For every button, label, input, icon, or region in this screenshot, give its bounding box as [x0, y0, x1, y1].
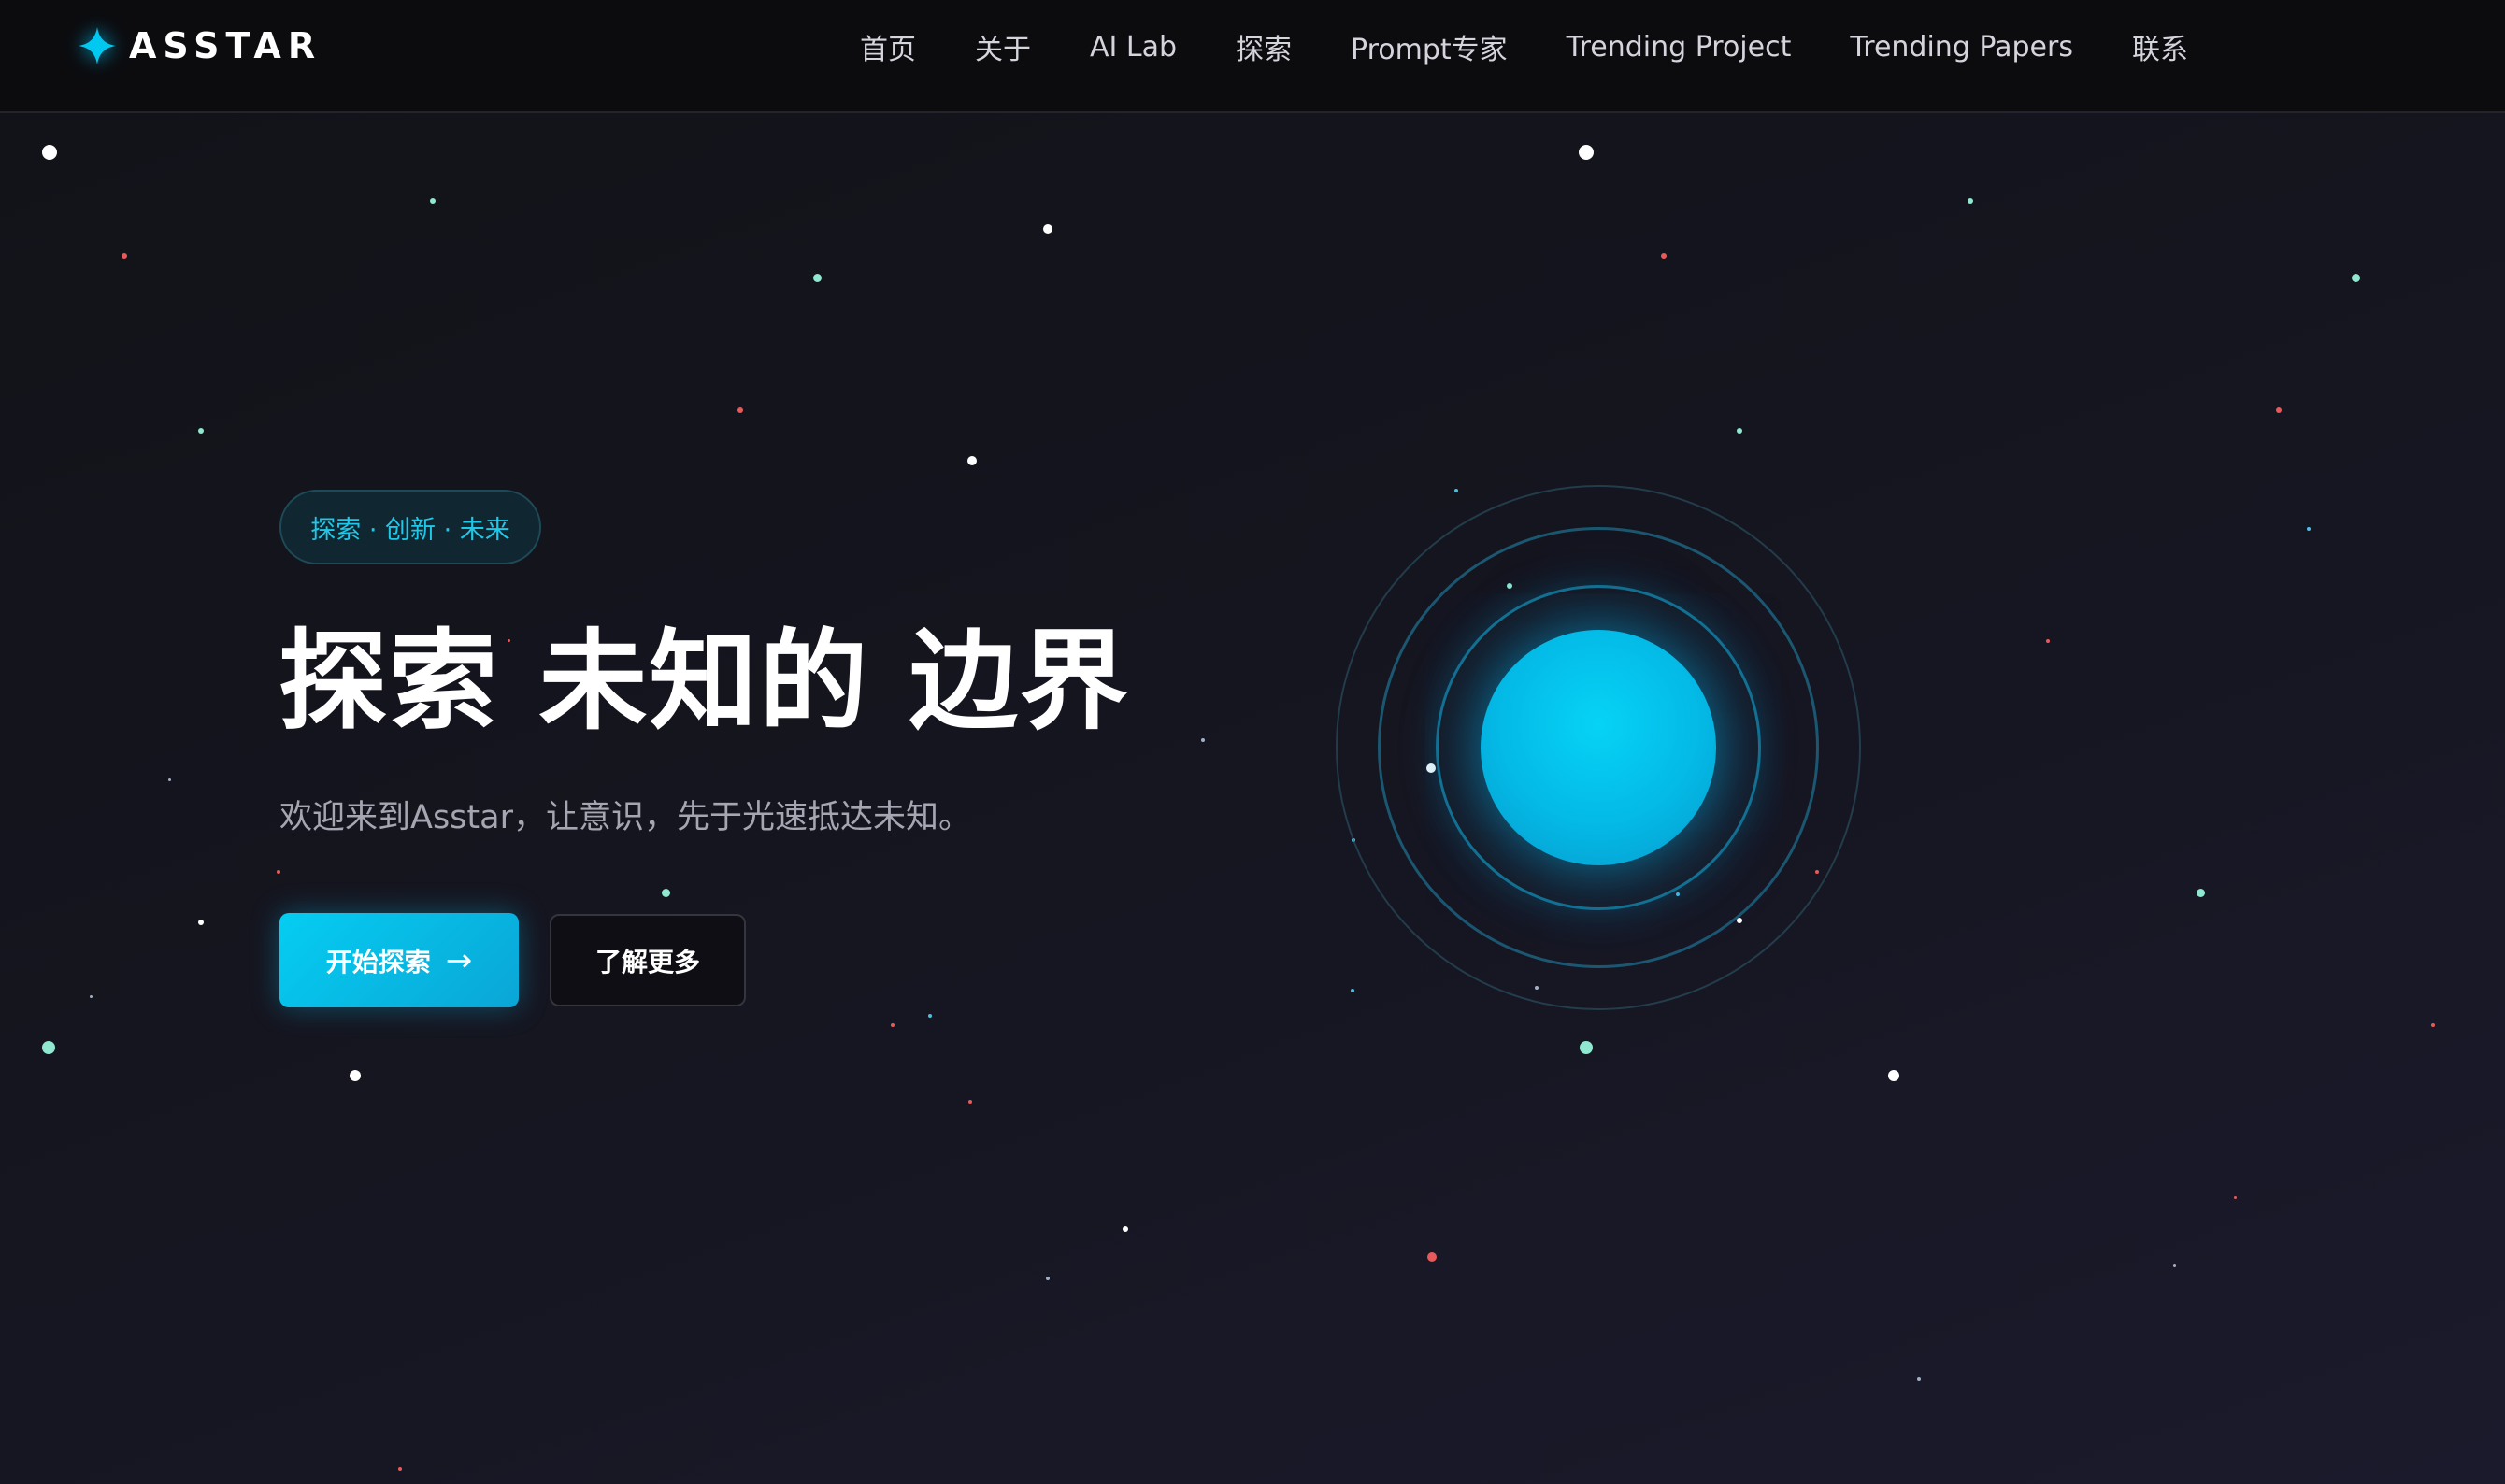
learn-more-button-label: 了解更多 — [594, 946, 700, 977]
hero-tag-badge: 探索 · 创新 · 未来 — [279, 490, 541, 564]
hero-section: 探索 · 创新 · 未来 探索 未知的 边界 欢迎来到Asstar，让意识，先于… — [0, 0, 2505, 1484]
main-nav: 首页 关于 AI Lab 探索 Prompt专家 Trending Projec… — [860, 0, 2247, 93]
brand-name: ASSTAR — [129, 25, 322, 66]
nav-item-contact[interactable]: 联系 — [2132, 26, 2188, 67]
start-explore-button[interactable]: 开始探索 → — [279, 913, 519, 1007]
top-navigation-bar: ASSTAR 首页 关于 AI Lab 探索 Prompt专家 Trending… — [0, 0, 2505, 113]
page: ASSTAR 首页 关于 AI Lab 探索 Prompt专家 Trending… — [0, 0, 2505, 1484]
arrow-right-icon: → — [445, 941, 473, 979]
nav-item-trending-project[interactable]: Trending Project — [1567, 31, 1792, 64]
start-explore-button-label: 开始探索 — [325, 946, 431, 977]
nav-item-about[interactable]: 关于 — [975, 26, 1031, 67]
nav-item-prompt-expert[interactable]: Prompt专家 — [1351, 26, 1508, 67]
hero-title: 探索 未知的 边界 — [279, 619, 1130, 745]
learn-more-button[interactable]: 了解更多 — [550, 914, 746, 1006]
four-point-star-icon — [79, 27, 116, 64]
hero-subtitle: 欢迎来到Asstar，让意识，先于光速抵达未知。 — [279, 799, 971, 836]
nav-item-trending-papers[interactable]: Trending Papers — [1850, 31, 2073, 64]
nav-item-home[interactable]: 首页 — [860, 26, 916, 67]
nav-item-ai-lab[interactable]: AI Lab — [1090, 31, 1177, 64]
nav-item-explore[interactable]: 探索 — [1236, 26, 1292, 67]
brand-logo[interactable]: ASSTAR — [79, 24, 322, 67]
